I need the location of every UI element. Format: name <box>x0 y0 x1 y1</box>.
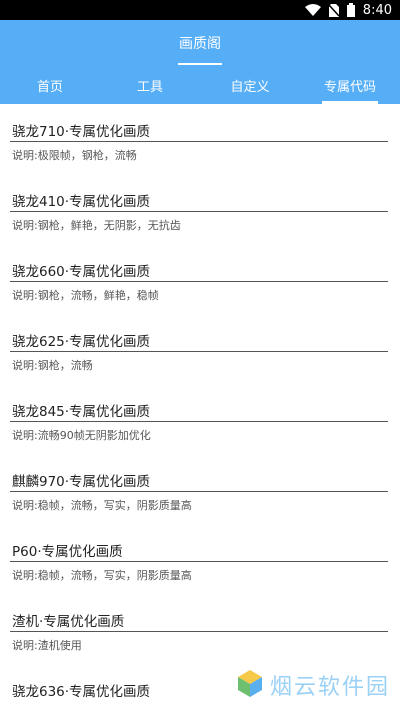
tab-custom[interactable]: 自定义 <box>200 66 300 104</box>
tab-tools[interactable]: 工具 <box>100 66 200 104</box>
list-item[interactable]: 渣机·专属优化画质 说明:渣机使用 <box>0 594 400 664</box>
battery-icon <box>346 3 355 17</box>
preset-list: 骁龙710·专属优化画质 说明:极限帧，钢枪，流畅 骁龙410·专属优化画质 说… <box>0 104 400 710</box>
item-title: 麒麟970·专属优化画质 <box>12 474 151 490</box>
item-title: 渣机·专属优化画质 <box>12 614 125 630</box>
list-item[interactable]: 麒麟970·专属优化画质 说明:稳帧，流畅，写实，阴影质量高 <box>0 454 400 524</box>
list-item[interactable]: 骁龙410·专属优化画质 说明:钢枪，鲜艳，无阴影，无抗齿 <box>0 174 400 244</box>
status-time: 8:40 <box>362 2 392 18</box>
list-item[interactable]: 骁龙845·专属优化画质 说明:流畅90帧无阴影加优化 <box>0 384 400 454</box>
page-title: 画质阁 <box>179 36 221 52</box>
list-item[interactable]: P60·专属优化画质 说明:稳帧，流畅，写实，阴影质量高 <box>0 524 400 594</box>
watermark-text: 烟云软件园 <box>269 675 390 700</box>
item-title: 骁龙410·专属优化画质 <box>12 194 151 210</box>
list-item[interactable]: 骁龙710·专属优化画质 说明:极限帧，钢枪，流畅 <box>0 104 400 174</box>
cube-logo-icon <box>236 668 264 702</box>
item-description: 说明:渣机使用 <box>12 639 82 652</box>
no-sim-icon <box>328 3 339 17</box>
item-description: 说明:钢枪，流畅，鲜艳，稳帧 <box>12 289 159 302</box>
item-description: 说明:钢枪，流畅 <box>12 359 93 372</box>
item-title: 骁龙845·专属优化画质 <box>12 404 151 420</box>
item-description: 说明:稳帧，流畅，写实，阴影质量高 <box>12 569 192 582</box>
item-title: 骁龙636·专属优化画质 <box>12 684 151 700</box>
list-item[interactable]: 骁龙625·专属优化画质 说明:钢枪，流畅 <box>0 314 400 384</box>
item-title: P60·专属优化画质 <box>12 544 123 560</box>
watermark: 烟云软件园 <box>236 668 390 702</box>
tab-bar: 首页 工具 自定义 专属代码 <box>0 66 400 104</box>
divider <box>10 491 388 492</box>
divider <box>10 421 388 422</box>
item-description: 说明:流畅90帧无阴影加优化 <box>12 429 151 442</box>
divider <box>10 281 388 282</box>
divider <box>10 351 388 352</box>
wifi-icon <box>304 4 321 16</box>
item-description: 说明:极限帧，钢枪，流畅 <box>12 149 137 162</box>
list-item[interactable]: 骁龙660·专属优化画质 说明:钢枪，流畅，鲜艳，稳帧 <box>0 244 400 314</box>
status-bar: 8:40 <box>0 0 400 20</box>
divider <box>10 211 388 212</box>
divider <box>10 631 388 632</box>
item-title: 骁龙625·专属优化画质 <box>12 334 151 350</box>
item-title: 骁龙710·专属优化画质 <box>12 124 151 140</box>
app-header: 画质阁 <box>0 20 400 66</box>
item-title: 骁龙660·专属优化画质 <box>12 264 151 280</box>
divider <box>10 141 388 142</box>
tab-exclusive-code[interactable]: 专属代码 <box>300 66 400 104</box>
item-description: 说明:钢枪，鲜艳，无阴影，无抗齿 <box>12 219 181 232</box>
divider <box>10 561 388 562</box>
tab-home[interactable]: 首页 <box>0 66 100 104</box>
title-underline <box>178 63 222 65</box>
item-description: 说明:稳帧，流畅，写实，阴影质量高 <box>12 499 192 512</box>
